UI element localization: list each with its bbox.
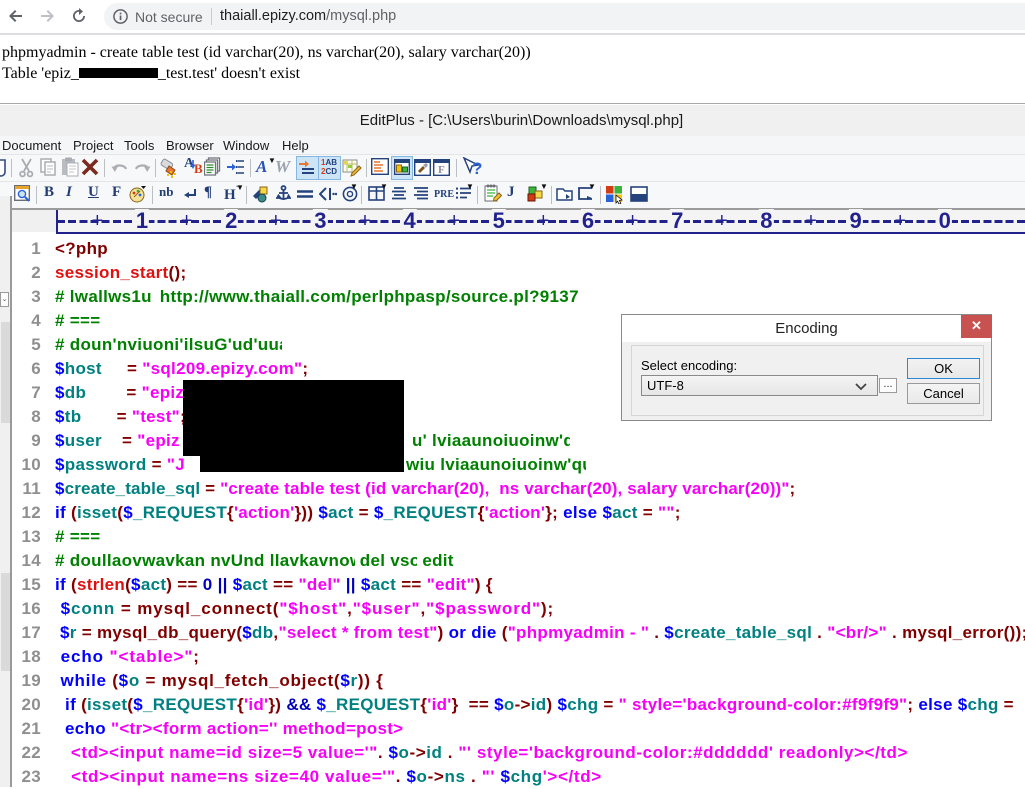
- svg-text:F: F: [438, 164, 445, 176]
- svg-text:?: ?: [472, 159, 482, 178]
